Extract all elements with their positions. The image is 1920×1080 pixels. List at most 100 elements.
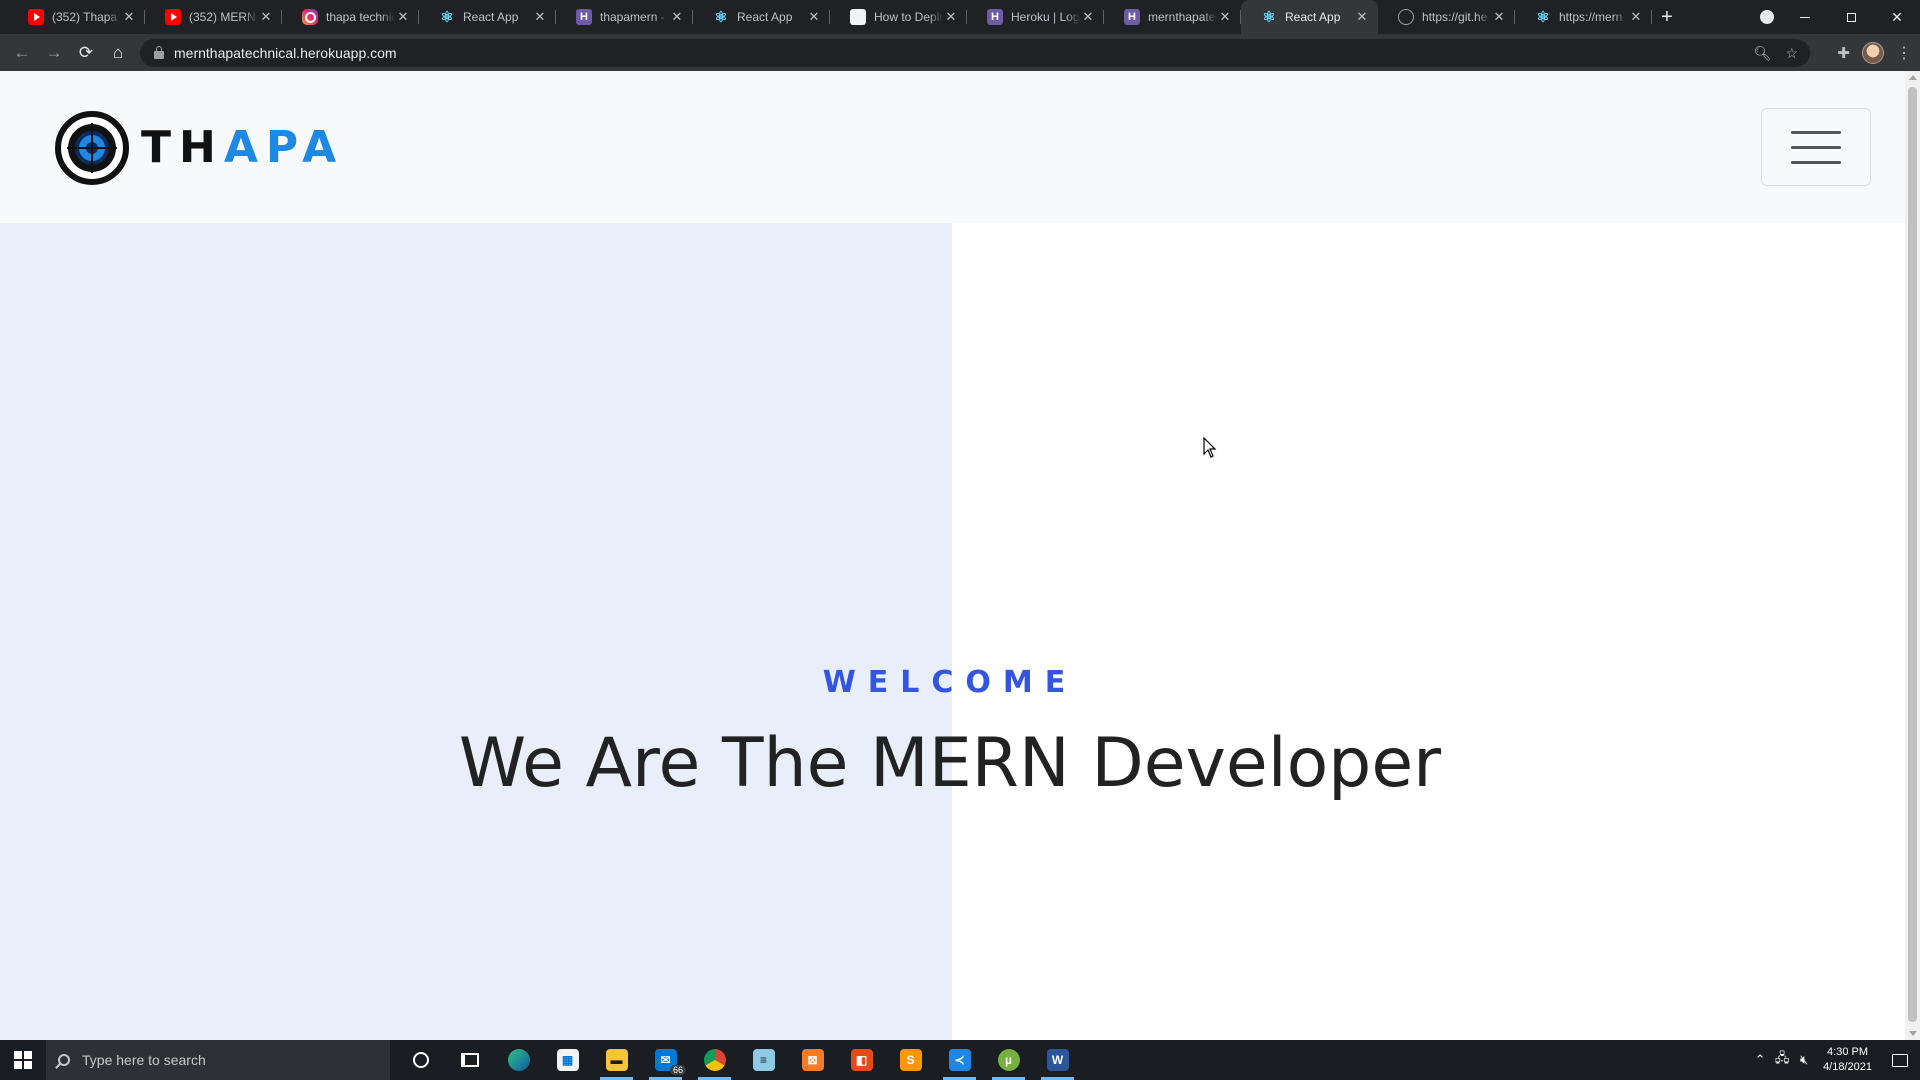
zoom-icon[interactable]: 🔍︎ bbox=[1754, 45, 1772, 62]
browser-tab[interactable]: Hmernthapatec ✕ bbox=[1104, 0, 1241, 34]
vscode-taskbar-button[interactable]: ≺ bbox=[935, 1040, 984, 1080]
browser-tab[interactable]: (352) Thapa T ✕ bbox=[8, 0, 145, 34]
store-icon: ▦ bbox=[556, 1049, 579, 1071]
taskbar-search-box[interactable]: Type here to search bbox=[46, 1040, 390, 1080]
address-bar[interactable]: mernthapatechnical.herokuapp.com 🔍︎ ☆ bbox=[140, 39, 1810, 67]
close-tab-icon[interactable]: ✕ bbox=[1491, 9, 1507, 25]
document-icon bbox=[850, 9, 866, 25]
browser-tab[interactable]: ⚛ React App ✕ bbox=[419, 0, 556, 34]
browser-toolbar: ← → ⟳ ⌂ mernthapatechnical.herokuapp.com… bbox=[0, 34, 1920, 71]
notepad-taskbar-button[interactable]: ≡ bbox=[739, 1040, 788, 1080]
tab-title: Heroku | Logi bbox=[1011, 10, 1080, 24]
extensions-icon[interactable]: ✚ bbox=[1837, 44, 1850, 62]
site-logo[interactable]: THAPA bbox=[55, 111, 344, 185]
avatar[interactable] bbox=[1862, 41, 1884, 64]
notifications-icon[interactable] bbox=[1880, 1040, 1920, 1080]
windows-logo-icon bbox=[14, 1051, 32, 1069]
close-tab-icon[interactable]: ✕ bbox=[1217, 9, 1233, 25]
file-explorer-taskbar-button[interactable]: ▬ bbox=[592, 1040, 641, 1080]
browser-tab[interactable]: thapa technic ✕ bbox=[282, 0, 419, 34]
tab-title: https://mern bbox=[1559, 10, 1623, 24]
chrome-taskbar-button[interactable] bbox=[690, 1040, 739, 1080]
file-explorer-icon: ▬ bbox=[605, 1049, 628, 1071]
target-logo-icon bbox=[55, 111, 129, 185]
edge-taskbar-button[interactable] bbox=[494, 1040, 543, 1080]
globe-icon bbox=[1398, 9, 1414, 25]
office-icon: ◧ bbox=[850, 1049, 873, 1071]
notepad-icon: ≡ bbox=[752, 1049, 775, 1071]
reload-icon[interactable]: ⟳ bbox=[70, 37, 102, 69]
url-text: mernthapatechnical.herokuapp.com bbox=[174, 45, 397, 61]
close-tab-icon[interactable]: ✕ bbox=[532, 9, 548, 25]
tab-list: (352) Thapa T✕(352) MERN S✕thapa technic… bbox=[8, 0, 1652, 34]
tab-title: (352) MERN S bbox=[189, 10, 258, 24]
nav-toggle-button[interactable] bbox=[1761, 108, 1871, 186]
tab-title: thapamern - H bbox=[600, 10, 669, 24]
search-icon bbox=[58, 1054, 70, 1066]
task-view-taskbar-button[interactable] bbox=[445, 1040, 494, 1080]
close-tab-icon[interactable]: ✕ bbox=[806, 9, 822, 25]
clock-date: 4/18/2021 bbox=[1823, 1061, 1872, 1073]
network-icon[interactable]: 🖧 bbox=[1771, 1049, 1793, 1071]
windows-start-button[interactable] bbox=[0, 1040, 46, 1080]
word-taskbar-button[interactable]: W bbox=[1033, 1040, 1082, 1080]
scroll-up-icon[interactable] bbox=[1909, 75, 1917, 80]
close-tab-icon[interactable]: ✕ bbox=[395, 9, 411, 25]
xampp-taskbar-button[interactable]: ⊠ bbox=[788, 1040, 837, 1080]
volume-muted-icon[interactable]: 🔇︎ bbox=[1793, 1052, 1815, 1068]
page-scrollbar[interactable] bbox=[1905, 71, 1920, 1040]
toolbar-right: ✚ ⋮ bbox=[1837, 34, 1912, 71]
restore-icon[interactable] bbox=[1828, 0, 1874, 34]
utorrent-taskbar-button[interactable]: µ bbox=[984, 1040, 1033, 1080]
profile-menu-icon[interactable] bbox=[1752, 0, 1782, 34]
close-window-icon[interactable]: ✕ bbox=[1874, 0, 1920, 34]
taskbar-clock[interactable]: 4:30 PM 4/18/2021 bbox=[1823, 1045, 1872, 1075]
mail-taskbar-button[interactable]: ✉ 66 bbox=[641, 1040, 690, 1080]
youtube-icon bbox=[28, 9, 44, 25]
hero-section: WELCOME We Are The MERN Developer bbox=[0, 223, 1905, 1040]
tab-title: React App bbox=[463, 10, 519, 24]
browser-tab[interactable]: How to Deplo ✕ bbox=[830, 0, 967, 34]
lock-icon[interactable] bbox=[154, 46, 164, 59]
close-tab-icon[interactable]: ✕ bbox=[1080, 9, 1096, 25]
browser-tab[interactable]: ⚛ React App ✕ bbox=[693, 0, 830, 34]
xampp-icon: ⊠ bbox=[801, 1049, 824, 1071]
sublime-text-taskbar-button[interactable]: S bbox=[886, 1040, 935, 1080]
heroku-icon: H bbox=[576, 9, 592, 25]
browser-tab[interactable]: ⚛ React App ✕ bbox=[1241, 0, 1378, 34]
bookmark-star-icon[interactable]: ☆ bbox=[1785, 45, 1798, 62]
new-tab-button[interactable]: + bbox=[1652, 0, 1682, 34]
react-icon: ⚛ bbox=[1262, 9, 1276, 26]
scroll-down-icon[interactable] bbox=[1909, 1031, 1917, 1036]
office-taskbar-button[interactable]: ◧ bbox=[837, 1040, 886, 1080]
browser-tab[interactable]: Hthapamern - H✕ bbox=[556, 0, 693, 34]
store-taskbar-button[interactable]: ▦ bbox=[543, 1040, 592, 1080]
more-menu-icon[interactable]: ⋮ bbox=[1896, 43, 1912, 63]
browser-tab[interactable]: (352) MERN S✕ bbox=[145, 0, 282, 34]
chevron-up-icon[interactable]: ⌃ bbox=[1749, 1052, 1771, 1068]
cortana-taskbar-button[interactable] bbox=[396, 1040, 445, 1080]
close-tab-icon[interactable]: ✕ bbox=[121, 9, 137, 25]
close-tab-icon[interactable]: ✕ bbox=[1628, 9, 1644, 25]
hamburger-icon-bar bbox=[1791, 145, 1841, 149]
close-tab-icon[interactable]: ✕ bbox=[1354, 9, 1370, 25]
scrollbar-thumb[interactable] bbox=[1908, 87, 1917, 1022]
forward-icon[interactable]: → bbox=[38, 37, 70, 69]
browser-tab[interactable]: H Heroku | Logi ✕ bbox=[967, 0, 1104, 34]
system-tray: ⌃ 🖧 🔇︎ 4:30 PM 4/18/2021 bbox=[1749, 1040, 1920, 1080]
close-tab-icon[interactable]: ✕ bbox=[258, 9, 274, 25]
home-icon[interactable]: ⌂ bbox=[102, 37, 134, 69]
hamburger-icon-bar bbox=[1791, 160, 1841, 164]
close-tab-icon[interactable]: ✕ bbox=[669, 9, 685, 25]
minimize-icon[interactable] bbox=[1782, 0, 1828, 34]
tab-title: thapa technic bbox=[326, 10, 395, 24]
close-tab-icon[interactable]: ✕ bbox=[943, 9, 959, 25]
clock-time: 4:30 PM bbox=[1827, 1046, 1869, 1058]
task-view-icon bbox=[460, 1053, 479, 1067]
heroku-icon: H bbox=[1124, 9, 1140, 25]
omnibox-actions: 🔍︎ ☆ bbox=[1754, 39, 1798, 67]
browser-tab[interactable]: https://git.he ✕ bbox=[1378, 0, 1515, 34]
browser-tab[interactable]: ⚛ https://mern ✕ bbox=[1515, 0, 1652, 34]
sublime-text-icon: S bbox=[899, 1049, 922, 1071]
back-icon[interactable]: ← bbox=[6, 37, 38, 69]
